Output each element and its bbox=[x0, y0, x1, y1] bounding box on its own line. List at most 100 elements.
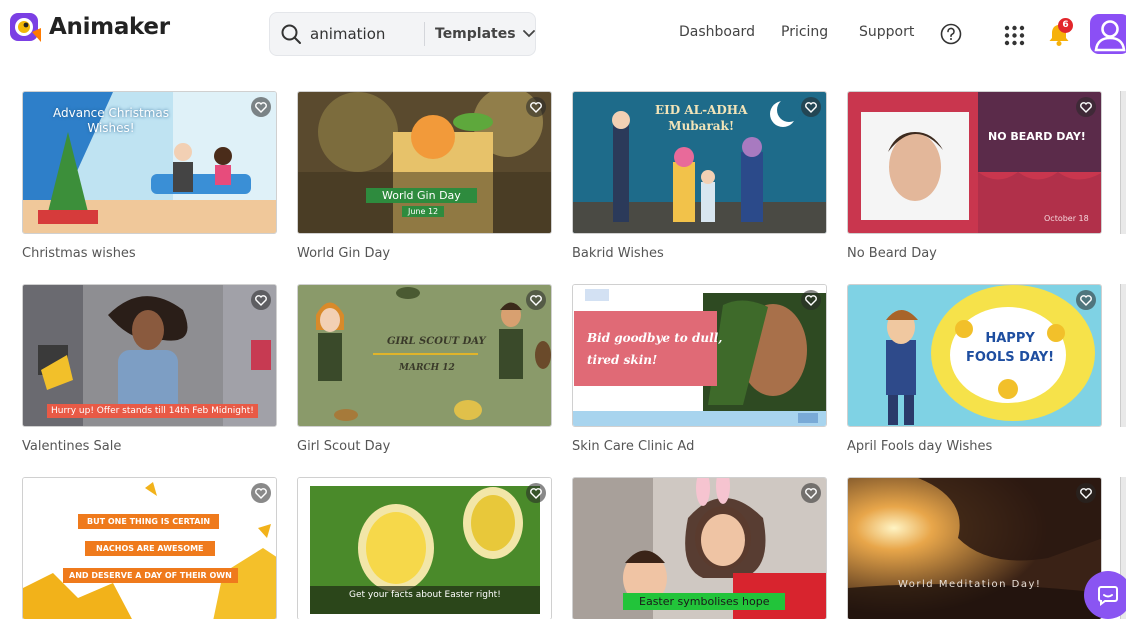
caption-line: tired skin! bbox=[587, 353, 658, 367]
template-card[interactable]: Advance Christmas Wishes! Christmas wish… bbox=[22, 91, 277, 261]
thumbnail-date: MARCH 12 bbox=[399, 363, 455, 373]
nav-pricing[interactable]: Pricing bbox=[781, 24, 828, 40]
heart-icon bbox=[805, 294, 817, 306]
template-thumbnail[interactable]: Easter symbolises hope bbox=[572, 477, 827, 619]
template-card[interactable]: Bid goodbye to dull, tired skin! Skin Ca… bbox=[572, 284, 827, 454]
nav-support[interactable]: Support bbox=[859, 24, 914, 40]
girl-scout-scene-image bbox=[298, 285, 551, 426]
thumbnail-caption: GIRL SCOUT DAY bbox=[387, 336, 486, 347]
template-thumbnail[interactable]: EID AL-ADHA Mubarak! bbox=[572, 91, 827, 234]
template-title[interactable]: No Beard Day bbox=[847, 246, 1102, 261]
caption-line: Bid goodbye to dull, bbox=[587, 331, 723, 345]
caption-line: HAPPY bbox=[985, 331, 1035, 346]
template-title[interactable]: World Gin Day bbox=[297, 246, 552, 261]
template-card[interactable]: HAPPY FOOLS DAY! April Fools day Wishes bbox=[847, 284, 1102, 454]
template-card[interactable]: NO BEARD DAY! October 18 No Beard Day bbox=[847, 91, 1102, 261]
template-thumbnail[interactable]: Advance Christmas Wishes! bbox=[22, 91, 277, 234]
thumbnail-caption: World Gin Day bbox=[366, 188, 477, 203]
brand-logo[interactable]: Animaker bbox=[8, 10, 170, 44]
thumbnail-caption: NACHOS ARE AWESOME bbox=[85, 541, 215, 556]
meditation-sunset-photo-image bbox=[848, 478, 1101, 619]
next-column-card-peek[interactable] bbox=[1120, 284, 1126, 427]
heart-icon bbox=[805, 101, 817, 113]
notification-count-badge: 6 bbox=[1058, 18, 1073, 33]
animaker-logo-icon bbox=[8, 10, 42, 44]
search-icon[interactable] bbox=[280, 23, 302, 45]
template-thumbnail[interactable]: Hurry up! Offer stands till 14th Feb Mid… bbox=[22, 284, 277, 427]
template-thumbnail[interactable]: HAPPY FOOLS DAY! bbox=[847, 284, 1102, 427]
favorite-button[interactable] bbox=[801, 290, 821, 310]
favorite-button[interactable] bbox=[251, 483, 271, 503]
template-title[interactable]: Christmas wishes bbox=[22, 246, 277, 261]
template-card[interactable]: Easter symbolises hope bbox=[572, 477, 827, 619]
template-thumbnail[interactable]: GIRL SCOUT DAY MARCH 12 bbox=[297, 284, 552, 427]
thumbnail-date: June 12 bbox=[402, 206, 445, 217]
notifications-button[interactable]: 6 bbox=[1047, 18, 1075, 46]
template-thumbnail[interactable]: World Meditation Day! bbox=[847, 477, 1102, 619]
user-avatar[interactable] bbox=[1090, 14, 1126, 54]
template-card[interactable]: World Gin Day June 12 World Gin Day bbox=[297, 91, 552, 261]
template-title[interactable]: Bakrid Wishes bbox=[572, 246, 827, 261]
thumbnail-caption: AND DESERVE A DAY OF THEIR OWN bbox=[63, 568, 238, 583]
template-card[interactable]: EID AL-ADHA Mubarak! Bakrid Wishes bbox=[572, 91, 827, 261]
favorite-button[interactable] bbox=[251, 97, 271, 117]
template-card[interactable]: BUT ONE THING IS CERTAIN NACHOS ARE AWES… bbox=[22, 477, 277, 619]
nav-dashboard[interactable]: Dashboard bbox=[679, 24, 755, 40]
heart-icon bbox=[255, 101, 267, 113]
top-header: Animaker Templates Dashboard Pricing Sup… bbox=[0, 0, 1126, 66]
heart-icon bbox=[805, 487, 817, 499]
favorite-button[interactable] bbox=[526, 97, 546, 117]
heart-icon bbox=[255, 487, 267, 499]
template-title[interactable]: April Fools day Wishes bbox=[847, 439, 1102, 454]
heart-icon bbox=[255, 294, 267, 306]
template-card[interactable]: World Meditation Day! bbox=[847, 477, 1102, 619]
template-title[interactable]: Girl Scout Day bbox=[297, 439, 552, 454]
thumbnail-caption: Bid goodbye to dull, tired skin! bbox=[587, 327, 722, 371]
thumbnail-date: October 18 bbox=[1044, 214, 1089, 223]
help-icon[interactable] bbox=[940, 23, 962, 45]
favorite-button[interactable] bbox=[1076, 483, 1096, 503]
template-thumbnail[interactable]: Get your facts about Easter right! bbox=[297, 477, 552, 619]
thumbnail-caption: HAPPY FOOLS DAY! bbox=[966, 329, 1054, 367]
favorite-button[interactable] bbox=[801, 97, 821, 117]
user-icon bbox=[1094, 20, 1126, 52]
favorite-button[interactable] bbox=[526, 290, 546, 310]
thumbnail-caption: World Meditation Day! bbox=[898, 579, 1042, 590]
no-beard-photo-image bbox=[848, 92, 1101, 233]
caption-line: FOOLS DAY! bbox=[966, 350, 1055, 365]
search-divider bbox=[424, 22, 425, 46]
search-input[interactable] bbox=[310, 19, 420, 49]
chat-icon bbox=[1098, 586, 1118, 606]
heart-icon bbox=[530, 487, 542, 499]
chat-support-button[interactable] bbox=[1084, 571, 1126, 619]
heart-icon bbox=[1080, 487, 1092, 499]
template-type-dropdown[interactable]: Templates bbox=[435, 26, 535, 42]
thumbnail-caption: Easter symbolises hope bbox=[623, 593, 786, 610]
favorite-button[interactable] bbox=[251, 290, 271, 310]
thumbnail-caption: Get your facts about Easter right! bbox=[349, 590, 501, 600]
caption-line: Wishes! bbox=[87, 121, 135, 135]
template-thumbnail[interactable]: BUT ONE THING IS CERTAIN NACHOS ARE AWES… bbox=[22, 477, 277, 619]
favorite-button[interactable] bbox=[801, 483, 821, 503]
template-title[interactable]: Skin Care Clinic Ad bbox=[572, 439, 827, 454]
favorite-button[interactable] bbox=[1076, 97, 1096, 117]
template-thumbnail[interactable]: World Gin Day June 12 bbox=[297, 91, 552, 234]
template-card[interactable]: GIRL SCOUT DAY MARCH 12 Girl Scout Day bbox=[297, 284, 552, 454]
template-title[interactable]: Valentines Sale bbox=[22, 439, 277, 454]
template-thumbnail[interactable]: NO BEARD DAY! October 18 bbox=[847, 91, 1102, 234]
caption-line: Advance Christmas bbox=[53, 106, 169, 120]
favorite-button[interactable] bbox=[1076, 290, 1096, 310]
heart-icon bbox=[530, 294, 542, 306]
thumbnail-caption: Advance Christmas Wishes! bbox=[53, 106, 169, 136]
template-card[interactable]: Get your facts about Easter right! bbox=[297, 477, 552, 619]
thumbnail-caption: Hurry up! Offer stands till 14th Feb Mid… bbox=[47, 404, 258, 418]
template-type-label: Templates bbox=[435, 26, 516, 42]
caption-line: Mubarak! bbox=[668, 119, 735, 133]
favorite-button[interactable] bbox=[526, 483, 546, 503]
chevron-down-icon bbox=[522, 30, 535, 38]
template-card[interactable]: Hurry up! Offer stands till 14th Feb Mid… bbox=[22, 284, 277, 454]
apps-grid-icon[interactable] bbox=[1004, 25, 1025, 46]
next-column-card-peek[interactable] bbox=[1120, 91, 1126, 234]
heart-icon bbox=[1080, 294, 1092, 306]
template-thumbnail[interactable]: Bid goodbye to dull, tired skin! bbox=[572, 284, 827, 427]
